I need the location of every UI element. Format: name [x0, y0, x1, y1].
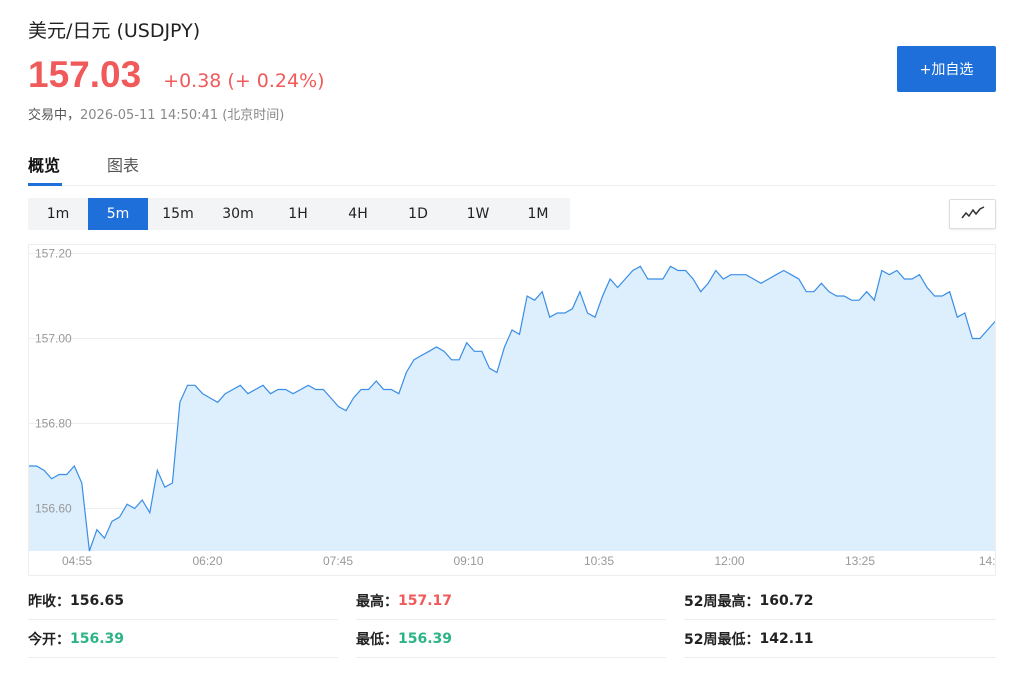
- prev-close-value: 156.65: [70, 592, 125, 609]
- x-tick-label: 14:5: [979, 554, 996, 568]
- high52-value: 160.72: [759, 592, 814, 609]
- low-value: 156.39: [398, 630, 453, 647]
- period-1w[interactable]: 1W: [448, 198, 508, 230]
- status-label: 交易中，: [28, 108, 81, 123]
- y-tick-label: 156.60: [35, 502, 72, 516]
- price-chart-svg: 157.20 157.00 156.80 156.60 04:55 06:20 07:45 0…: [29, 247, 996, 568]
- x-tick-label: 04:55: [62, 554, 92, 568]
- trading-status: 交易中，2026-05-11 14:50:41 (北京时间): [28, 104, 284, 123]
- period-4h[interactable]: 4H: [328, 198, 388, 230]
- x-tick-label: 10:35: [584, 554, 614, 568]
- period-1d[interactable]: 1D: [388, 198, 448, 230]
- open-value: 156.39: [70, 630, 125, 647]
- stat-open: 今开： 156.39: [28, 620, 338, 658]
- x-tick-label: 13:25: [845, 554, 875, 568]
- stat-low52: 52周最低： 142.11: [684, 620, 996, 658]
- period-1h[interactable]: 1H: [268, 198, 328, 230]
- instrument-title: 美元/日元 (USDJPY): [28, 20, 201, 42]
- tab-chart[interactable]: 图表: [107, 152, 139, 176]
- x-tick-label: 12:00: [714, 554, 744, 568]
- period-30m[interactable]: 30m: [208, 198, 268, 230]
- price-row: 157.03 +0.38 (+ 0.24%): [28, 54, 325, 96]
- y-tick-label: 157.00: [35, 332, 72, 346]
- tab-overview[interactable]: 概览: [28, 152, 60, 176]
- stat-prev-close: 昨收： 156.65: [28, 582, 338, 620]
- stat-high: 最高： 157.17: [356, 582, 666, 620]
- tab-bar: 概览 图表: [28, 150, 996, 186]
- period-1m[interactable]: 1m: [28, 198, 88, 230]
- chart-type-button[interactable]: [949, 199, 996, 229]
- y-tick-label: 156.80: [35, 417, 72, 431]
- x-tick-label: 09:10: [453, 554, 483, 568]
- stat-high52: 52周最高： 160.72: [684, 582, 996, 620]
- price-area: [29, 266, 995, 551]
- price-chart[interactable]: 157.20 157.00 156.80 156.60 04:55 06:20 07:45 0…: [28, 244, 996, 576]
- period-selector: 1m 5m 15m 30m 1H 4H 1D 1W 1M: [28, 198, 570, 230]
- low52-value: 142.11: [759, 630, 814, 647]
- line-chart-icon: [960, 205, 985, 224]
- period-5m[interactable]: 5m: [88, 198, 148, 230]
- status-time: 2026-05-11 14:50:41 (北京时间): [80, 108, 285, 123]
- x-tick-label: 06:20: [192, 554, 222, 568]
- period-15m[interactable]: 15m: [148, 198, 208, 230]
- current-price: 157.03: [28, 54, 142, 95]
- x-tick-label: 07:45: [323, 554, 353, 568]
- add-watchlist-button[interactable]: +加自选: [897, 46, 996, 92]
- high-value: 157.17: [398, 592, 453, 609]
- period-1mo[interactable]: 1M: [508, 198, 568, 230]
- price-change: +0.38 (+ 0.24%): [163, 70, 325, 92]
- stat-low: 最低： 156.39: [356, 620, 666, 658]
- active-tab-indicator: [28, 183, 62, 186]
- y-tick-label: 157.20: [35, 247, 72, 261]
